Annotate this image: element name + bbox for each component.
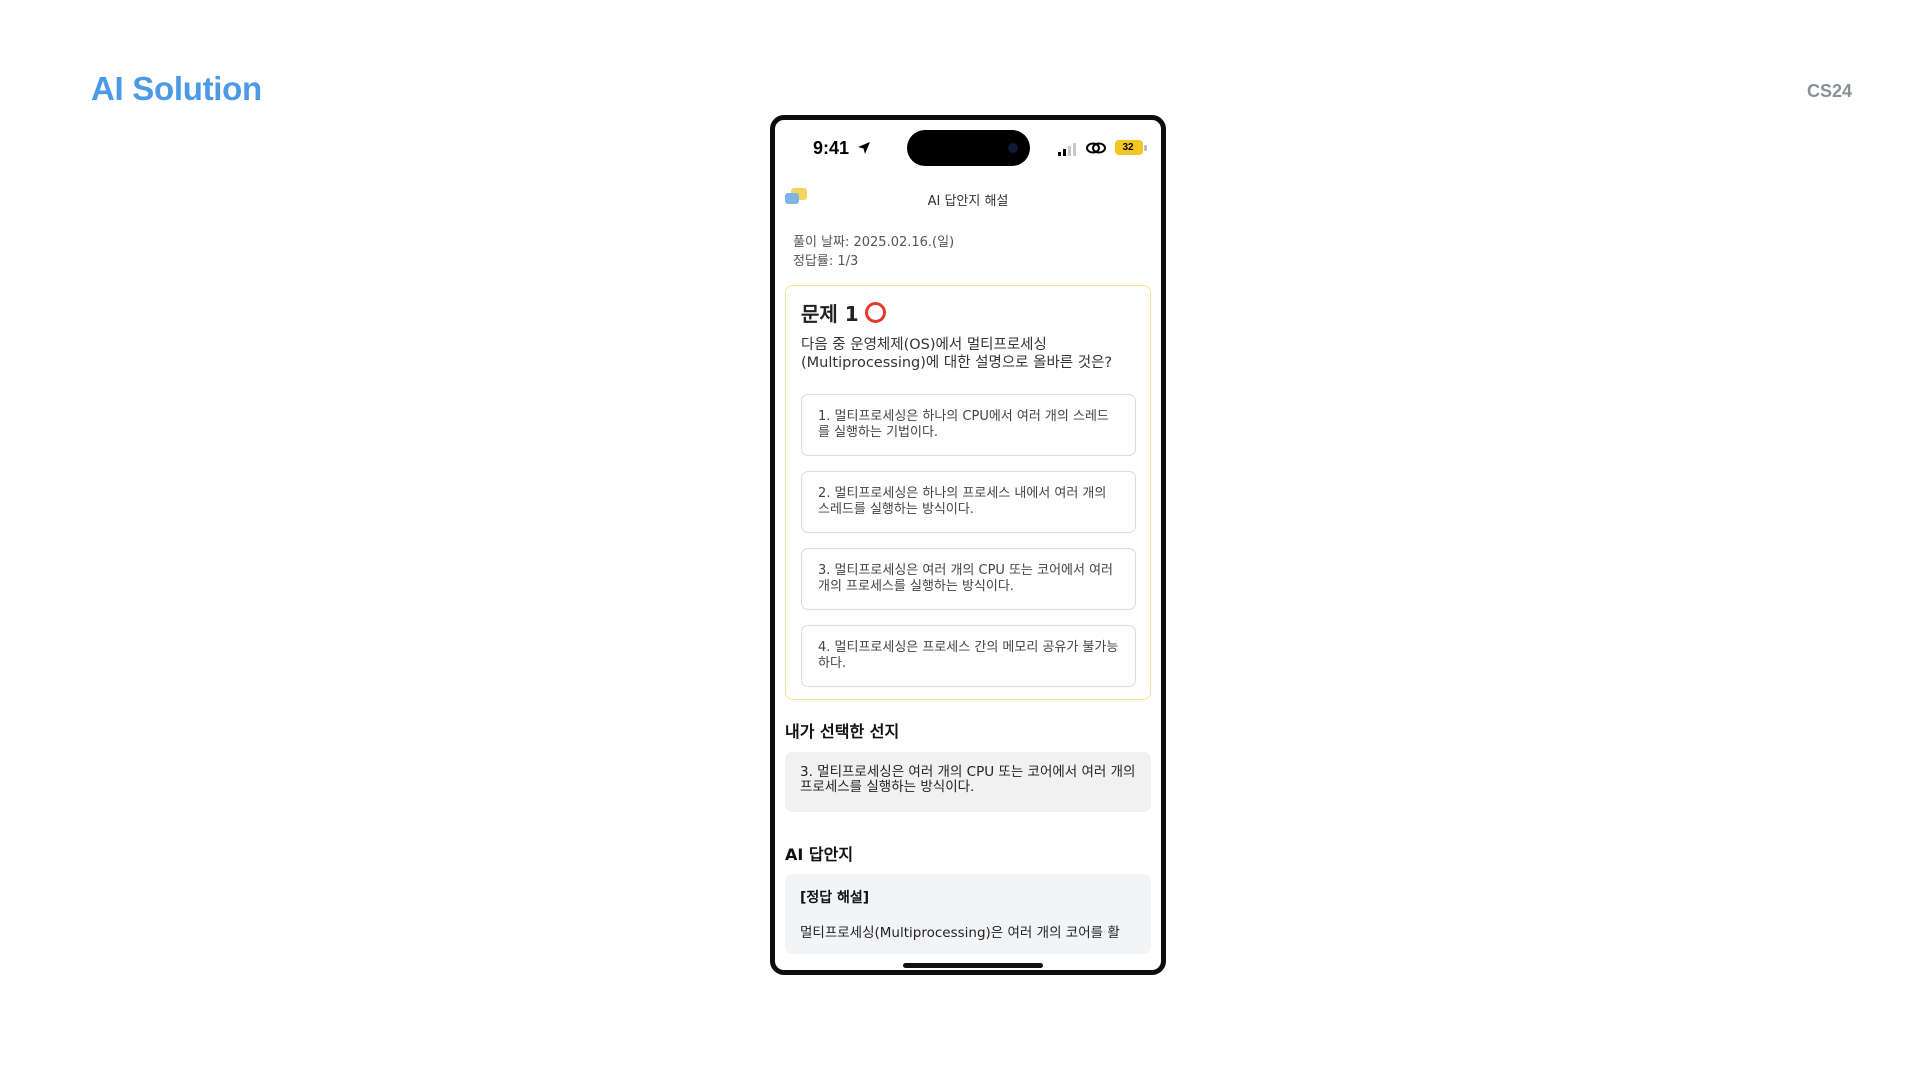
ai-answer-box: [정답 해설] 멀티프로세싱(Multiprocessing)은 여러 개의 코… <box>785 874 1151 954</box>
answer-explanation-heading: [정답 해설] <box>800 890 870 906</box>
solve-meta: 풀이 날짜: 2025.02.16.(일) 정답률: 1/3 <box>793 233 954 271</box>
option-1[interactable]: 1. 멀티프로세싱은 하나의 CPU에서 여러 개의 스레드를 실행하는 기법이… <box>801 394 1136 456</box>
home-indicator[interactable] <box>903 963 1043 968</box>
status-time: 9:41 <box>813 138 850 158</box>
slide-title: AI Solution <box>91 70 262 107</box>
solve-date: 풀이 날짜: 2025.02.16.(일) <box>793 235 955 250</box>
link-icon <box>1086 142 1106 154</box>
battery-cap <box>1144 145 1147 151</box>
question-card: 문제 1 다음 중 운영체제(OS)에서 멀티프로세싱 (Multiproces… <box>785 285 1151 700</box>
answer-explanation-text: 멀티프로세싱(Multiprocessing)은 여러 개의 코어를 활 <box>800 925 1120 941</box>
option-2[interactable]: 2. 멀티프로세싱은 하나의 프로세스 내에서 여러 개의 스레드를 실행하는 … <box>801 471 1136 533</box>
app-header: AI 답안지 해설 <box>775 182 1161 212</box>
question-text: 다음 중 운영체제(OS)에서 멀티프로세싱 (Multiprocessing)… <box>801 337 1113 371</box>
option-4[interactable]: 4. 멀티프로세싱은 프로세스 간의 메모리 공유가 불가능하다. <box>801 625 1136 687</box>
accuracy-rate: 정답률: 1/3 <box>793 254 859 269</box>
selected-section-title: 내가 선택한 선지 <box>785 722 900 741</box>
option-3[interactable]: 3. 멀티프로세싱은 여러 개의 CPU 또는 코어에서 여러 개의 프로세스를… <box>801 548 1136 610</box>
app-title: AI 답안지 해설 <box>927 194 1009 209</box>
dynamic-island <box>907 130 1030 166</box>
signal-icon <box>1058 143 1076 156</box>
correct-circle-icon <box>864 302 886 323</box>
ai-answer-section-title: AI 답안지 <box>785 845 854 864</box>
battery-level: 32 <box>1122 142 1134 153</box>
question-number: 문제 1 <box>801 302 859 326</box>
selected-answer-box: 3. 멀티프로세싱은 여러 개의 CPU 또는 코어에서 여러 개의 프로세스를… <box>785 752 1151 812</box>
status-bar: 9:41 32 <box>775 120 1161 170</box>
phone-frame: 9:41 32 AI 답안지 해설 풀이 날짜: 2025.02.16.(일) … <box>770 115 1166 975</box>
battery-icon: 32 <box>1115 140 1147 155</box>
camera-dot <box>1008 143 1018 153</box>
question-heading: 문제 1 <box>801 298 886 327</box>
location-arrow-icon <box>858 142 870 154</box>
slide-tag: CS24 <box>1806 81 1852 101</box>
